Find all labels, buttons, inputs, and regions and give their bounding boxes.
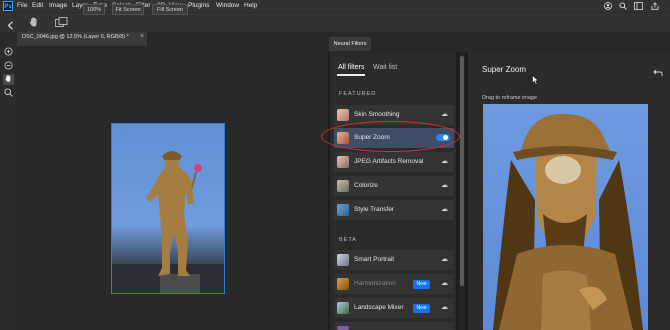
tab-wait-list[interactable]: Wait list: [373, 64, 397, 71]
menu-plugins[interactable]: Plugins: [188, 0, 209, 12]
menu-edit[interactable]: Edit: [32, 0, 43, 12]
filter-thumbnail: [337, 326, 349, 330]
cloud-download-icon[interactable]: ☁: [441, 152, 448, 172]
filter-label: Harmonization: [354, 280, 396, 287]
highlight-annotation: [321, 121, 460, 152]
undo-icon[interactable]: [653, 64, 663, 82]
cloud-download-icon[interactable]: ☁: [441, 274, 448, 294]
menu-image[interactable]: Image: [49, 0, 67, 12]
preview-title: Super Zoom: [482, 65, 527, 74]
preview-image[interactable]: [483, 104, 648, 330]
zoom-in-icon[interactable]: [3, 47, 14, 58]
colorize-thumbnail: [337, 180, 349, 192]
landscape-mixer-thumbnail: [337, 302, 349, 314]
photoshop-logo: Ps: [3, 1, 13, 11]
neural-filters-tab[interactable]: Neural Filters: [329, 37, 371, 51]
close-icon[interactable]: ×: [140, 33, 144, 40]
new-badge: New: [413, 304, 430, 313]
mouse-cursor-icon: [532, 72, 539, 90]
menu-window[interactable]: Window: [216, 0, 239, 12]
featured-heading: FEATURED: [339, 91, 377, 97]
magnifier-icon[interactable]: [3, 88, 14, 99]
scrollbar-thumb[interactable]: [460, 56, 464, 286]
filter-label: Style Transfer: [354, 206, 395, 213]
filter-row-harmonization[interactable]: Harmonization New ☁: [334, 274, 454, 294]
harmonization-thumbnail: [337, 278, 349, 290]
skin-smoothing-thumbnail: [337, 109, 349, 121]
jpeg-artifacts-thumbnail: [337, 156, 349, 168]
filter-label: Landscape Mixer: [354, 304, 404, 311]
menu-help[interactable]: Help: [244, 0, 257, 12]
preview-hint: Drag to reframe image: [482, 95, 538, 101]
tab-all-filters[interactable]: All filters: [338, 64, 364, 71]
hand-tool-icon[interactable]: [28, 15, 40, 33]
cloud-download-icon[interactable]: ☁: [441, 176, 448, 196]
new-badge: New: [413, 280, 430, 289]
hand-icon[interactable]: [3, 74, 14, 85]
filter-label: JPEG Artifacts Removal: [354, 158, 424, 165]
filter-row-style-transfer[interactable]: Style Transfer ☁: [334, 200, 454, 220]
cloud-download-icon[interactable]: ☁: [441, 298, 448, 318]
document-image: [111, 123, 225, 294]
neural-filters-tab-bar: [328, 32, 670, 52]
filter-row-colorize[interactable]: Colorize ☁: [334, 176, 454, 196]
navigator-icon[interactable]: [55, 15, 68, 33]
beta-heading: BETA: [339, 237, 357, 243]
document-tab-title: DSC_0046.jpg @ 12.5% (Layer 0, RGB/8) *: [22, 34, 129, 40]
menu-file[interactable]: File: [17, 0, 27, 12]
zoom-100-button[interactable]: 100%: [83, 4, 105, 15]
style-transfer-thumbnail: [337, 204, 349, 216]
fill-screen-button[interactable]: Fill Screen: [152, 4, 188, 15]
filter-row-landscape-mixer[interactable]: Landscape Mixer New ☁: [334, 298, 454, 318]
filter-label: Colorize: [354, 182, 378, 189]
zoom-out-icon[interactable]: [3, 61, 14, 72]
cloud-download-icon[interactable]: ☁: [441, 250, 448, 270]
smart-portrait-thumbnail: [337, 254, 349, 266]
active-tab-underline: [337, 74, 365, 76]
cloud-download-icon[interactable]: ☁: [441, 105, 448, 125]
fit-screen-button[interactable]: Fit Screen: [112, 4, 144, 15]
filter-row-smart-portrait[interactable]: Smart Portrait ☁: [334, 250, 454, 270]
filter-row-jpeg-artifacts[interactable]: JPEG Artifacts Removal ☁: [334, 152, 454, 172]
filter-row-partial[interactable]: [334, 322, 454, 330]
cloud-download-icon[interactable]: ☁: [441, 200, 448, 220]
filter-label: Smart Portrait: [354, 256, 395, 263]
